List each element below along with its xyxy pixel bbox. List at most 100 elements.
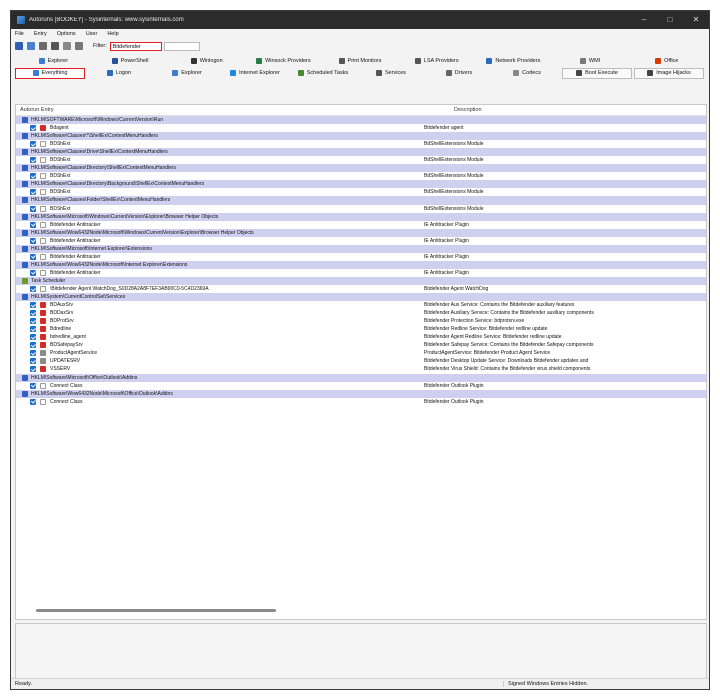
copy-icon[interactable]: [51, 42, 59, 50]
autorun-entry-row[interactable]: UPDATESRV Bitdefender Desktop Update Serv…: [16, 357, 706, 366]
entry-enabled-checkbox[interactable]: [30, 221, 36, 228]
file-icon: [40, 141, 46, 148]
autorun-entry-row[interactable]: BDSafepaySrv Bitdefender Safepay Service:…: [16, 341, 706, 350]
entry-enabled-checkbox[interactable]: [30, 286, 36, 292]
tab-scheduled-tasks[interactable]: Scheduled Tasks: [289, 68, 357, 79]
autorun-entry-row[interactable]: Bitdefender Antitracker IE Antitracker Pl…: [16, 220, 706, 229]
autorun-entry-row[interactable]: BDProtSrv Bitdefender Protection Service:…: [16, 317, 706, 326]
tab-services[interactable]: Services: [357, 68, 425, 79]
find-icon[interactable]: [63, 42, 71, 50]
filter-input[interactable]: Bitdefender: [109, 41, 162, 51]
registry-key-row[interactable]: HKLM\Software\Classes\Directory\Backgrou…: [16, 180, 706, 189]
menu-user[interactable]: User: [86, 31, 98, 37]
tab-powershell[interactable]: PowerShell: [92, 56, 169, 67]
entry-enabled-checkbox[interactable]: [30, 318, 36, 325]
autorun-entry-row[interactable]: ProductAgentService ProductAgentService: …: [16, 349, 706, 358]
autorun-entry-row[interactable]: BDShExt BdShellExtensions Module: [16, 188, 706, 197]
tab-winsock-providers[interactable]: Winsock Providers: [245, 56, 322, 67]
registry-key-row[interactable]: HKLM\Software\Microsoft\Internet Explore…: [16, 244, 706, 253]
entry-enabled-checkbox[interactable]: [30, 141, 36, 148]
autorun-entry-row[interactable]: BDShExt BdShellExtensions Module: [16, 156, 706, 165]
autorun-entry-row[interactable]: BDDaxSrv Bitdefender Auxiliary Service: C…: [16, 309, 706, 318]
registry-key-row[interactable]: HKLM\System\CurrentControlSet\Services: [16, 293, 706, 302]
registry-key-row[interactable]: HKLM\Software\Wow6432Node\Microsoft\Inte…: [16, 260, 706, 269]
registry-key-row[interactable]: HKLM\Software\Wow6432Node\Microsoft\Offi…: [16, 389, 706, 398]
entry-enabled-checkbox[interactable]: [30, 398, 36, 405]
autorun-entry-row[interactable]: BDShExt BdShellExtensions Module: [16, 140, 706, 149]
registry-key-row[interactable]: HKLM\Software\Wow6432Node\Microsoft\Wind…: [16, 228, 706, 237]
registry-key-row[interactable]: HKLM\SOFTWARE\Microsoft\Windows\CurrentV…: [16, 116, 706, 125]
minimize-icon[interactable]: –: [631, 11, 657, 29]
registry-key-row[interactable]: HKLM\Software\Classes\Drive\ShellEx\Cont…: [16, 148, 706, 157]
menu-file[interactable]: File: [15, 31, 24, 37]
tab-explorer[interactable]: Explorer: [153, 68, 221, 79]
horizontal-scrollbar[interactable]: [36, 609, 276, 612]
registry-key-row[interactable]: HKLM\Software\Microsoft\Windows\CurrentV…: [16, 212, 706, 221]
registry-key-row[interactable]: HKLM\Software\Microsoft\Office\Outlook\A…: [16, 373, 706, 382]
entry-enabled-checkbox[interactable]: [30, 157, 36, 164]
autorun-entry-row[interactable]: Bitdefender Antitracker IE Antitracker Pl…: [16, 252, 706, 261]
autorun-entry-row[interactable]: BDAuxSrv Bitdefender Aux Service: Contain…: [16, 301, 706, 310]
registry-key-row[interactable]: HKLM\Software\Classes\Folder\ShellEx\Con…: [16, 196, 706, 205]
registry-key-row[interactable]: HKLM\Software\Classes\Directory\ShellEx\…: [16, 164, 706, 173]
autorun-entry-row[interactable]: VSSERV Bitdefender Virus Shield: Contains…: [16, 365, 706, 374]
autorun-entry-row[interactable]: Connect Class Bitdefender Outlook Plugin: [16, 381, 706, 390]
tab-print-monitors[interactable]: Print Monitors: [322, 56, 399, 67]
autorun-entry-row[interactable]: BDShExt BdShellExtensions Module: [16, 204, 706, 213]
entry-enabled-checkbox[interactable]: [30, 205, 36, 212]
save-icon[interactable]: [15, 42, 23, 50]
entry-enabled-checkbox[interactable]: [30, 189, 36, 196]
autoruns-list[interactable]: Autorun Entry Description HKLM\SOFTWARE\…: [15, 104, 707, 620]
tab-network-providers[interactable]: Network Providers: [475, 56, 552, 67]
refresh-icon[interactable]: [39, 42, 47, 50]
jump-icon[interactable]: [75, 42, 83, 50]
tab-explorer[interactable]: Explorer: [15, 56, 92, 67]
entry-enabled-checkbox[interactable]: [30, 326, 36, 333]
entry-enabled-checkbox[interactable]: [30, 350, 36, 357]
tab-lsa-providers[interactable]: LSA Providers: [398, 56, 475, 67]
tab-logon[interactable]: Logon: [85, 68, 153, 79]
tab-office[interactable]: Office: [628, 56, 705, 67]
tab-boot-execute[interactable]: Boot Execute: [562, 67, 632, 79]
menu-options[interactable]: Options: [57, 31, 76, 37]
tab-drivers[interactable]: Drivers: [425, 68, 493, 79]
entry-enabled-checkbox[interactable]: [30, 382, 36, 389]
entry-enabled-checkbox[interactable]: [30, 173, 36, 180]
entry-enabled-checkbox[interactable]: [30, 310, 36, 317]
tab-everything[interactable]: Everything: [15, 67, 85, 79]
entry-enabled-checkbox[interactable]: [30, 302, 36, 309]
entry-enabled-checkbox[interactable]: [30, 366, 36, 373]
entry-enabled-checkbox[interactable]: [30, 334, 36, 341]
maximize-icon[interactable]: □: [657, 11, 683, 29]
tab-image-hijacks-icon: [647, 70, 654, 76]
entry-enabled-checkbox[interactable]: [30, 358, 36, 365]
autorun-entry-row[interactable]: Bdredline Bitdefender Redline Service: Bi…: [16, 325, 706, 334]
autorun-entry-row[interactable]: Bitdefender Antitracker IE Antitracker Pl…: [16, 236, 706, 245]
autorun-entry-row[interactable]: bdredline_agent Bitdefender Agent Redline…: [16, 333, 706, 342]
tab-wmi[interactable]: WMI: [552, 56, 629, 67]
autorun-entry-row[interactable]: Connect Class Bitdefender Outlook Plugin: [16, 397, 706, 406]
autorun-entry-row[interactable]: BDShExt BdShellExtensions Module: [16, 172, 706, 181]
tab-image-hijacks[interactable]: Image Hijacks: [634, 67, 704, 79]
entry-enabled-checkbox[interactable]: [30, 237, 36, 244]
filter-input-extension[interactable]: [163, 41, 200, 51]
entry-enabled-checkbox[interactable]: [30, 269, 36, 276]
autorun-entry-row[interactable]: \Bitdefender Agent WatchDog_S0D28A2A8F7E…: [16, 284, 706, 294]
autorun-entry-row[interactable]: Bdagent Bitdefender agent: [16, 124, 706, 133]
tab-winlogon[interactable]: Winlogon: [168, 56, 245, 67]
entry-enabled-checkbox[interactable]: [30, 342, 36, 349]
tab-internet-explorer[interactable]: Internet Explorer: [221, 68, 289, 79]
close-icon[interactable]: ✕: [683, 11, 709, 29]
menu-entry[interactable]: Entry: [34, 31, 47, 37]
autorun-entry-row[interactable]: Bitdefender Antitracker IE Antitracker Pl…: [16, 268, 706, 277]
tab-codecs[interactable]: Codecs: [493, 68, 561, 79]
menu-help[interactable]: Help: [107, 31, 118, 37]
entry-description: IE Antitracker Plugin: [424, 237, 470, 244]
entry-enabled-checkbox[interactable]: [30, 253, 36, 260]
column-description[interactable]: Description: [454, 107, 482, 113]
registry-key-row[interactable]: Task Scheduler: [16, 276, 706, 285]
registry-key-row[interactable]: HKLM\Software\Classes\*\ShellEx\ContextM…: [16, 132, 706, 141]
open-icon[interactable]: [27, 42, 35, 50]
entry-enabled-checkbox[interactable]: [30, 125, 36, 132]
column-autorun-entry[interactable]: Autorun Entry: [16, 107, 454, 113]
